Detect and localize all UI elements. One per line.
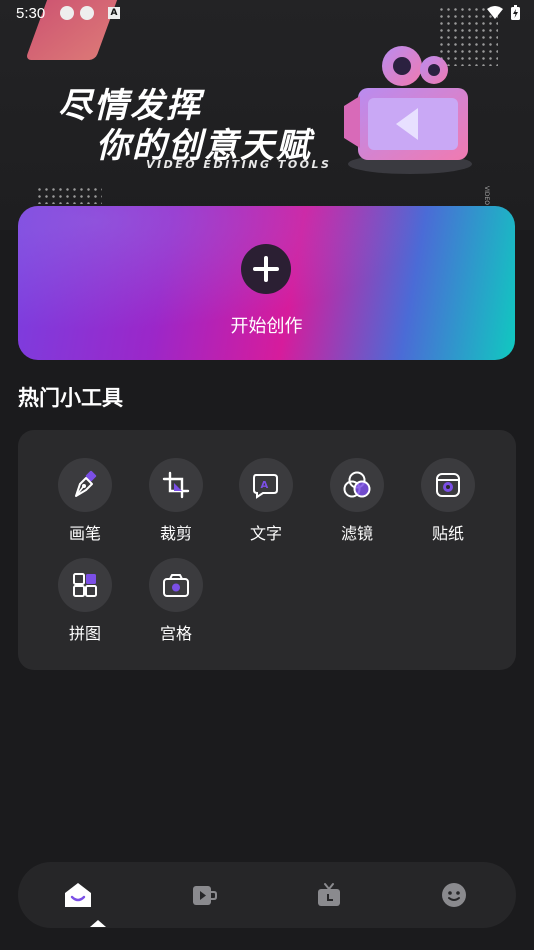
tv-icon (318, 883, 340, 906)
status-right-icons (487, 5, 520, 20)
text-bubble-icon: A (239, 458, 293, 512)
tool-crop[interactable]: 裁剪 (136, 458, 216, 544)
tool-label: 画笔 (68, 524, 101, 543)
hero-vertical-decor: VIDEO (483, 186, 490, 206)
tool-label: 裁剪 (159, 524, 192, 543)
tool-label: 宫格 (159, 624, 192, 643)
collage-icon (58, 558, 112, 612)
nav-tv[interactable] (314, 880, 344, 910)
home-icon (65, 883, 91, 907)
hero-subtitle: VIDEO EDITING TOOLS (146, 158, 332, 171)
tool-pen[interactable]: 画笔 (45, 458, 125, 544)
nav-profile[interactable] (439, 880, 469, 910)
video-camera-icon (344, 46, 472, 174)
notification-icons: A (60, 6, 120, 20)
pen-icon (58, 458, 112, 512)
nav-home[interactable] (63, 880, 93, 910)
notification-icon (80, 6, 94, 20)
hero-dots-pattern-left (36, 186, 102, 204)
nav-active-indicator (90, 920, 106, 927)
plus-icon (241, 244, 291, 294)
face-icon (442, 883, 466, 907)
status-time: 5:30 (16, 5, 46, 22)
wifi-icon (487, 5, 503, 19)
section-title: 热门小工具 (18, 386, 123, 410)
grid-camera-icon (149, 558, 203, 612)
hero-banner[interactable]: 尽情发挥 你的创意天赋 VIDEO EDITING TOOLS VIDEO (0, 0, 534, 230)
tool-label: 贴纸 (431, 524, 464, 543)
tool-sticker[interactable]: 贴纸 (408, 458, 488, 544)
tools-panel: 画笔 裁剪 A 文字 滤镜 贴纸 拼图 宫格 (18, 430, 516, 670)
tool-grid[interactable]: 宫格 (136, 558, 216, 644)
sticker-icon (421, 458, 475, 512)
tool-label: 文字 (249, 524, 282, 543)
video-icon (193, 886, 217, 905)
status-bar: 5:30 A (0, 0, 534, 28)
svg-text:A: A (261, 480, 269, 491)
tool-text[interactable]: A 文字 (226, 458, 306, 544)
tool-label: 滤镜 (340, 524, 373, 543)
app-notification-icon: A (108, 7, 120, 19)
tool-filter[interactable]: 滤镜 (317, 458, 397, 544)
crop-icon (149, 458, 203, 512)
start-create-button[interactable]: 开始创作 (18, 206, 515, 360)
notification-icon (60, 6, 74, 20)
bottom-nav (18, 862, 516, 928)
nav-video[interactable] (189, 880, 219, 910)
filter-icon (330, 458, 384, 512)
start-create-label: 开始创作 (230, 316, 303, 337)
battery-icon (511, 5, 520, 20)
tool-label: 拼图 (68, 624, 101, 643)
tool-collage[interactable]: 拼图 (45, 558, 125, 644)
